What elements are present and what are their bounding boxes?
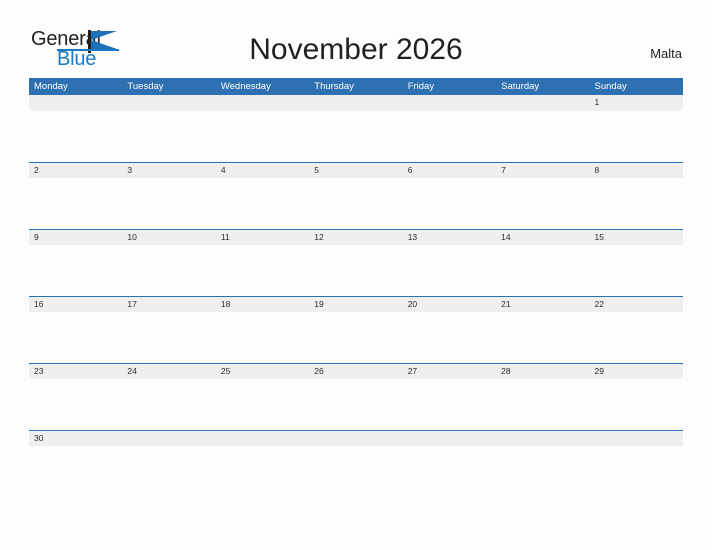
week-event-area[interactable] (29, 245, 683, 296)
day-cell[interactable]: 24 (122, 364, 215, 379)
week-event-area[interactable] (29, 312, 683, 363)
day-cell[interactable]: 17 (122, 297, 215, 312)
calendar-page: General Blue November 2026 Malta Monday … (0, 0, 712, 550)
page-title: November 2026 (249, 33, 463, 66)
day-cell[interactable] (122, 431, 215, 446)
day-cell[interactable]: 28 (496, 364, 589, 379)
day-cell[interactable]: 20 (403, 297, 496, 312)
day-cell[interactable] (216, 95, 309, 111)
week-row: 9 10 11 12 13 14 15 (29, 229, 683, 296)
day-of-week-header-row: Monday Tuesday Wednesday Thursday Friday… (29, 78, 683, 95)
day-cell[interactable]: 3 (122, 163, 215, 178)
day-cell[interactable]: 2 (29, 163, 122, 178)
day-header-sunday: Sunday (594, 81, 627, 92)
day-cell[interactable]: 13 (403, 230, 496, 245)
day-cell[interactable]: 14 (496, 230, 589, 245)
day-cell[interactable] (496, 95, 589, 111)
day-cell[interactable] (590, 431, 683, 446)
day-cell[interactable]: 25 (216, 364, 309, 379)
week-date-band: 16 17 18 19 20 21 22 (29, 296, 683, 312)
day-cell[interactable] (29, 95, 122, 111)
region-label: Malta (650, 46, 682, 61)
week-event-area[interactable] (29, 178, 683, 229)
day-cell[interactable]: 4 (216, 163, 309, 178)
day-cell[interactable] (403, 95, 496, 111)
day-cell[interactable]: 22 (590, 297, 683, 312)
day-cell[interactable] (309, 431, 402, 446)
day-cell[interactable]: 6 (403, 163, 496, 178)
day-cell[interactable] (496, 431, 589, 446)
day-cell[interactable] (309, 95, 402, 111)
week-row: 1 (29, 95, 683, 162)
day-cell[interactable]: 7 (496, 163, 589, 178)
day-header-monday: Monday (34, 81, 68, 92)
day-header-friday: Friday (407, 81, 435, 92)
week-event-area[interactable] (29, 379, 683, 430)
day-cell[interactable]: 30 (29, 431, 122, 446)
day-cell[interactable] (216, 431, 309, 446)
day-cell[interactable]: 9 (29, 230, 122, 245)
day-cell[interactable]: 10 (122, 230, 215, 245)
week-row: 16 17 18 19 20 21 22 (29, 296, 683, 363)
week-event-area[interactable] (29, 111, 683, 162)
day-cell[interactable]: 21 (496, 297, 589, 312)
day-cell[interactable]: 1 (590, 95, 683, 111)
page-header: General Blue November 2026 Malta (0, 0, 712, 78)
day-cell[interactable]: 5 (309, 163, 402, 178)
day-cell[interactable]: 11 (216, 230, 309, 245)
day-cell[interactable]: 12 (309, 230, 402, 245)
day-cell[interactable]: 18 (216, 297, 309, 312)
day-cell[interactable] (403, 431, 496, 446)
week-date-band: 30 (29, 430, 683, 446)
week-date-band: 23 24 25 26 27 28 29 (29, 363, 683, 379)
day-header-thursday: Thursday (314, 81, 354, 92)
day-cell[interactable]: 15 (590, 230, 683, 245)
week-row: 30 (29, 430, 683, 497)
day-cell[interactable]: 23 (29, 364, 122, 379)
week-row: 23 24 25 26 27 28 29 (29, 363, 683, 430)
week-date-band: 1 (29, 95, 683, 111)
day-cell[interactable]: 19 (309, 297, 402, 312)
day-cell[interactable]: 26 (309, 364, 402, 379)
week-row: 2 3 4 5 6 7 8 (29, 162, 683, 229)
day-header-saturday: Saturday (501, 81, 540, 92)
day-cell[interactable] (122, 95, 215, 111)
week-event-area[interactable] (29, 446, 683, 497)
day-cell[interactable]: 16 (29, 297, 122, 312)
day-cell[interactable]: 8 (590, 163, 683, 178)
calendar-grid: Monday Tuesday Wednesday Thursday Friday… (29, 78, 683, 497)
day-cell[interactable]: 27 (403, 364, 496, 379)
day-header-wednesday: Wednesday (220, 81, 271, 92)
day-header-tuesday: Tuesday (127, 81, 164, 92)
day-cell[interactable]: 29 (590, 364, 683, 379)
week-date-band: 9 10 11 12 13 14 15 (29, 229, 683, 245)
week-date-band: 2 3 4 5 6 7 8 (29, 162, 683, 178)
